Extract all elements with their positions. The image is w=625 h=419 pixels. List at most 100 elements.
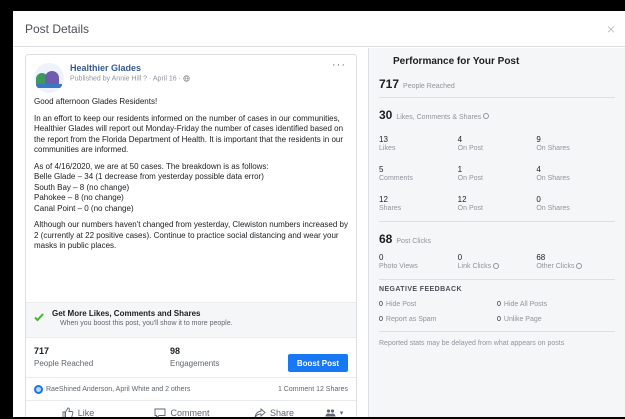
clicks-cell: 0 Link Clicks bbox=[458, 250, 537, 273]
breakdown-label: On Post bbox=[457, 205, 483, 212]
people-reached-stat: 717 People Reached bbox=[34, 346, 93, 368]
boost-post-button[interactable]: Boost Post bbox=[288, 354, 348, 372]
negative-feedback-heading: NEGATIVE FEEDBACK bbox=[379, 286, 462, 293]
breakdown-label: On Shares bbox=[536, 145, 570, 152]
post-clicks-label: Post Clicks bbox=[396, 238, 431, 245]
negative-feedback-grid: 0 Hide Post 0 Hide All Posts 0 Report as Sp… bbox=[379, 293, 615, 332]
post-actions: Like Comment Share ▾ bbox=[26, 400, 356, 417]
stats-delay-note: Reported stats may be delayed from what … bbox=[379, 340, 565, 347]
info-icon[interactable] bbox=[483, 113, 490, 119]
close-icon[interactable]: × bbox=[607, 21, 615, 37]
comment-button[interactable]: Comment bbox=[130, 407, 234, 418]
breakdown-value: 9 bbox=[536, 135, 541, 144]
breakdown-value: 13 bbox=[379, 135, 388, 144]
case-line: Canal Point – 0 (no change) bbox=[34, 203, 134, 213]
clicks-cell: 0 Photo Views bbox=[379, 250, 458, 273]
modal-header: Post Details bbox=[13, 11, 625, 47]
share-button[interactable]: Share bbox=[234, 407, 314, 417]
case-line: Belle Glade – 34 (1 decrease from yester… bbox=[34, 172, 264, 181]
breakdown-label: On Shares bbox=[536, 205, 570, 212]
case-breakdown: As of 4/16/2020, we are at 50 cases. The… bbox=[34, 162, 348, 215]
page-name-link[interactable]: Healthier Glades bbox=[70, 63, 190, 73]
audience-selector[interactable]: ▾ bbox=[314, 408, 354, 417]
neg-cell: 0 Hide Post bbox=[379, 297, 497, 312]
clicks-label-text: Link Clicks bbox=[457, 263, 492, 270]
clicks-cell: 68 Other Clicks bbox=[536, 250, 615, 273]
info-icon[interactable] bbox=[493, 263, 500, 270]
breakdown-label: On Post bbox=[457, 145, 483, 152]
engagements-label: Engagements bbox=[170, 359, 220, 368]
breakdown-value: 5 bbox=[379, 165, 384, 174]
like-label: Like bbox=[77, 407, 95, 418]
post-clicks-value: 68 bbox=[379, 232, 393, 246]
neg-cell: 0 Hide All Posts bbox=[497, 297, 615, 312]
engagements-value: 98 bbox=[170, 346, 181, 356]
thumbs-up-icon bbox=[62, 407, 74, 417]
chevron-down-icon: ▾ bbox=[339, 409, 344, 417]
neg-value: 0 bbox=[497, 316, 501, 323]
breakdown-value: 0 bbox=[536, 195, 541, 204]
post-paragraph-1: In an effort to keep our residents infor… bbox=[34, 113, 344, 155]
breakdown-value: 4 bbox=[457, 135, 463, 144]
breakdown-label: On Post bbox=[457, 175, 483, 182]
modal-body: Healthier Glades Published by Annie Hill… bbox=[13, 48, 625, 417]
reactions-bar: RaeShined Anderson, April White and 2 ot… bbox=[26, 381, 356, 397]
breakdown-label: On Shares bbox=[536, 175, 570, 182]
neg-label: Hide Post bbox=[385, 301, 417, 308]
people-reached-value: 717 bbox=[34, 346, 50, 356]
boost-subtitle: When you boost this post, you'll show it… bbox=[60, 320, 233, 327]
post-body-text: Good afternoon Glades Residents! In an e… bbox=[26, 97, 356, 252]
more-options-icon[interactable]: ··· bbox=[332, 59, 346, 71]
engagements-stat: 98 Engagements bbox=[170, 346, 219, 368]
comment-label: Comment bbox=[170, 407, 210, 418]
breakdown-cell: 12 Shares bbox=[379, 185, 458, 215]
breakdown-cell: 9 On Shares bbox=[536, 132, 615, 155]
like-reaction-icon bbox=[34, 384, 43, 394]
breakdown-value: 12 bbox=[379, 195, 388, 204]
perf-reached-value: 717 bbox=[379, 77, 400, 91]
breakdown-label: Likes bbox=[379, 145, 396, 152]
people-reached-label: People Reached bbox=[34, 359, 94, 368]
comment-icon bbox=[155, 408, 166, 417]
boost-title: Get More Likes, Comments and Shares bbox=[52, 309, 201, 318]
breakdown-label: Comments bbox=[379, 175, 413, 182]
engagement-breakdown: 13 Likes 4 On Post 9 On Shares 5 Comments 1O… bbox=[379, 126, 615, 222]
comment-share-counts[interactable]: 1 Comment 12 Shares bbox=[278, 386, 348, 393]
info-icon[interactable] bbox=[576, 263, 583, 270]
post-card: Healthier Glades Published by Annie Hill… bbox=[25, 54, 357, 417]
people-reached-row: 717 People Reached bbox=[379, 67, 615, 98]
neg-cell: 0 Unlike Page bbox=[497, 312, 615, 327]
case-line: South Bay – 8 (no change) bbox=[34, 182, 130, 192]
clicks-value: 0 bbox=[379, 253, 384, 262]
neg-label: Report as Spam bbox=[385, 316, 437, 323]
people-icon bbox=[325, 408, 336, 416]
breakdown-cell: 0 On Shares bbox=[536, 185, 615, 215]
clicks-label: Photo Views bbox=[379, 263, 418, 270]
share-arrow-icon bbox=[254, 407, 266, 417]
like-button[interactable]: Like bbox=[26, 407, 130, 418]
checkmark-icon bbox=[34, 313, 44, 322]
post-paragraph-3: Although our numbers haven't changed fro… bbox=[34, 220, 348, 250]
modal-title: Post Details bbox=[25, 21, 90, 36]
breakdown-label: Shares bbox=[379, 205, 402, 212]
clicks-label-text: Other Clicks bbox=[536, 263, 575, 270]
clicks-value: 68 bbox=[536, 253, 546, 262]
breakdown-cell: 4 On Post bbox=[458, 132, 537, 155]
breakdown-cell: 1 On Post bbox=[458, 155, 537, 185]
neg-cell: 0 Report as Spam bbox=[379, 312, 497, 327]
page-avatar[interactable] bbox=[34, 63, 64, 93]
post-stats: 717 People Reached 98 Engagements Boost … bbox=[26, 340, 356, 378]
breakdown-value: 1 bbox=[457, 165, 463, 174]
breakdown-cell: 12 On Post bbox=[458, 185, 537, 215]
breakdown-value: 4 bbox=[536, 165, 541, 174]
breakdown-value: 12 bbox=[457, 195, 467, 204]
post-header: Healthier Glades Published by Annie Hill… bbox=[26, 55, 356, 97]
neg-label: Unlike Page bbox=[503, 316, 542, 323]
clicks-label: Link Clicks bbox=[458, 263, 537, 270]
post-details-modal: Post Details × Healthier Glades Publishe… bbox=[13, 11, 625, 417]
breakdown-cell: 5 Comments bbox=[379, 155, 458, 185]
neg-label: Hide All Posts bbox=[503, 301, 548, 308]
neg-value: 0 bbox=[379, 316, 383, 323]
reactors-link[interactable]: RaeShined Anderson, April White and 2 ot… bbox=[46, 386, 278, 393]
post-meta-text: Published by Annie Hill ? · April 16 · bbox=[70, 75, 183, 83]
